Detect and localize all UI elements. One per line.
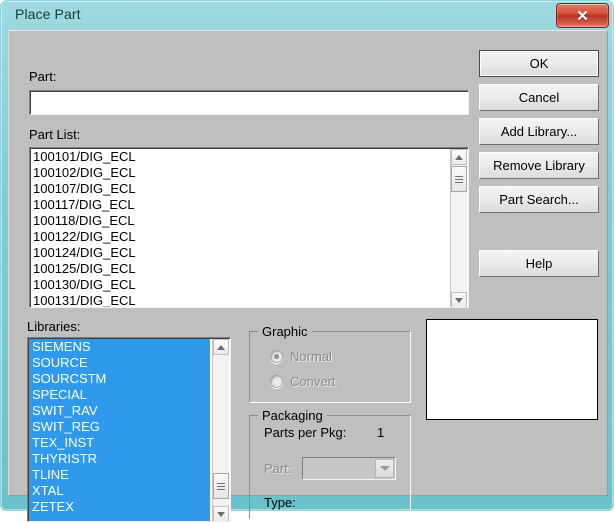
packaging-type-label: Type: <box>264 495 296 510</box>
part-list-item[interactable]: 100101/DIG_ECL <box>33 149 443 165</box>
libraries-scrollbar[interactable] <box>212 339 229 521</box>
part-list-item[interactable]: 100118/DIG_ECL <box>33 213 443 229</box>
remove-library-button[interactable]: Remove Library <box>479 152 599 179</box>
add-library-button[interactable]: Add Library... <box>479 118 599 145</box>
library-list-item[interactable]: SIEMENS <box>29 339 210 355</box>
libraries-scroll-thumb[interactable] <box>213 473 229 499</box>
ok-button[interactable]: OK <box>479 50 599 77</box>
scroll-up-icon[interactable] <box>451 149 467 165</box>
library-list-item[interactable]: THYRISTR <box>29 451 210 467</box>
part-list-items: 100101/DIG_ECL 100102/DIG_ECL 100107/DIG_E… <box>33 149 443 307</box>
parts-per-pkg-value: 1 <box>377 425 385 440</box>
parts-per-pkg-label: Parts per Pkg: <box>264 425 347 440</box>
library-list-item[interactable]: SWIT_RAV <box>29 403 210 419</box>
part-list[interactable]: 100101/DIG_ECL 100102/DIG_ECL 100107/DIG_E… <box>29 147 469 308</box>
libraries-list[interactable]: SIEMENS SOURCE SOURCSTM SPECIAL SWIT_RAV SWIT… <box>27 337 231 522</box>
dialog-client-area: Part: Part List: 100101/DIG_ECL 100102/DI… <box>8 30 608 522</box>
help-button[interactable]: Help <box>479 250 599 277</box>
window-title: Place Part <box>15 6 81 22</box>
radio-convert-icon[interactable] <box>270 375 283 388</box>
radio-normal-icon[interactable] <box>270 350 283 363</box>
libraries-scroll-up-icon[interactable] <box>213 339 229 355</box>
library-list-item[interactable]: TLINE <box>29 467 210 483</box>
library-list-item[interactable]: SOURCSTM <box>29 371 210 387</box>
library-list-item[interactable]: TEX_INST <box>29 435 210 451</box>
radio-normal-label: Normal <box>290 349 332 364</box>
packaging-group-title: Packaging <box>258 408 327 423</box>
packaging-part-select[interactable] <box>302 457 396 480</box>
part-list-item[interactable]: 100117/DIG_ECL <box>33 197 443 213</box>
scroll-thumb[interactable] <box>451 166 467 192</box>
graphic-option-normal[interactable]: Normal <box>270 349 332 364</box>
library-list-item[interactable]: SWIT_REG <box>29 419 210 435</box>
chevron-down-icon[interactable] <box>375 459 394 478</box>
part-list-item[interactable]: 100122/DIG_ECL <box>33 229 443 245</box>
part-preview-pane <box>426 319 598 420</box>
part-list-item[interactable]: 100130/DIG_ECL <box>33 277 443 293</box>
libraries-list-items: SIEMENS SOURCE SOURCSTM SPECIAL SWIT_RAV SWIT… <box>29 339 210 515</box>
part-list-item[interactable]: 100124/DIG_ECL <box>33 245 443 261</box>
packaging-part-label: Part: <box>264 461 292 476</box>
part-input[interactable] <box>29 90 469 115</box>
part-label: Part: <box>29 69 57 84</box>
library-list-item[interactable]: SOURCE <box>29 355 210 371</box>
libraries-scroll-down-icon[interactable] <box>213 506 229 521</box>
part-search-button[interactable]: Part Search... <box>479 186 599 213</box>
library-list-item[interactable]: ZETEX <box>29 499 210 515</box>
scroll-down-icon[interactable] <box>451 292 467 307</box>
part-list-label: Part List: <box>29 127 81 142</box>
radio-convert-label: Convert <box>290 374 336 389</box>
part-list-item[interactable]: 100131/DIG_ECL <box>33 293 443 307</box>
part-list-scrollbar[interactable] <box>450 149 467 307</box>
graphic-group-title: Graphic <box>258 324 312 339</box>
graphic-option-convert[interactable]: Convert <box>270 374 336 389</box>
libraries-label: Libraries: <box>27 319 81 334</box>
library-list-item[interactable]: SPECIAL <box>29 387 210 403</box>
dialog-window: Place Part ✕ Part: Part List: 100101/DIG… <box>0 0 614 522</box>
close-button[interactable]: ✕ <box>556 3 609 28</box>
library-list-item[interactable]: XTAL <box>29 483 210 499</box>
graphic-group: Graphic Normal Convert <box>249 324 411 403</box>
part-list-item[interactable]: 100102/DIG_ECL <box>33 165 443 181</box>
part-list-item[interactable]: 100107/DIG_ECL <box>33 181 443 197</box>
cancel-button[interactable]: Cancel <box>479 84 599 111</box>
close-icon: ✕ <box>576 7 589 25</box>
part-list-item[interactable]: 100125/DIG_ECL <box>33 261 443 277</box>
title-bar[interactable]: Place Part ✕ <box>1 1 614 30</box>
